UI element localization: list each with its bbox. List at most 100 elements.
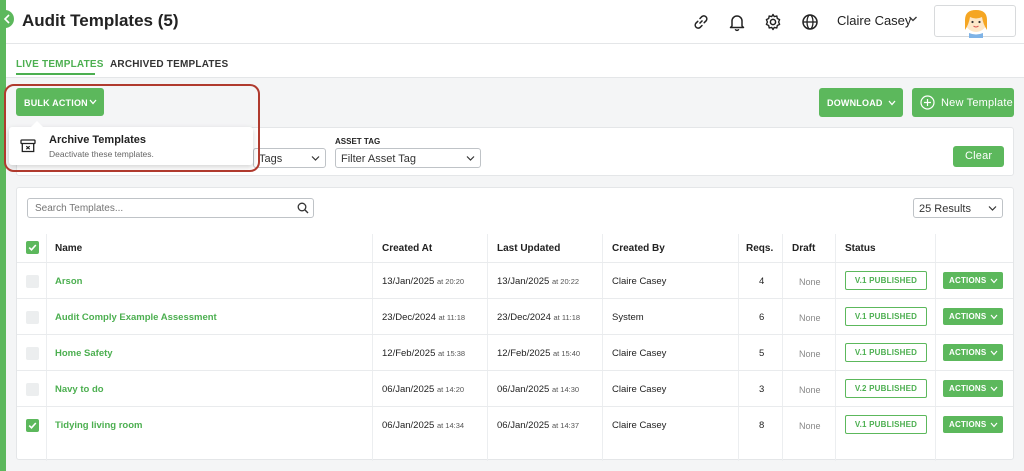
search-input[interactable] <box>27 198 314 218</box>
row-actions-label: ACTIONS <box>949 420 987 429</box>
link-icon[interactable] <box>691 12 711 32</box>
bulk-action-button[interactable]: BULK ACTION <box>16 88 104 116</box>
created-by-cell: Claire Casey <box>612 348 667 359</box>
user-name[interactable]: Claire Casey <box>837 13 911 28</box>
row-checkbox[interactable] <box>26 347 39 360</box>
created-at-date: 06/Jan/2025 <box>382 420 435 431</box>
status-badge[interactable]: V.2 PUBLISHED <box>845 379 927 398</box>
row-actions-button[interactable]: ACTIONS <box>943 380 1003 397</box>
created-at-date: 23/Dec/2024 <box>382 312 436 323</box>
column-header-name[interactable]: Name <box>55 243 82 254</box>
row-actions-button[interactable]: ACTIONS <box>943 416 1003 433</box>
row-checkbox[interactable] <box>26 383 39 396</box>
top-bar: Audit Templates (5) Claire Casey <box>6 0 1024 44</box>
created-by-cell: Claire Casey <box>612 384 667 395</box>
gear-icon[interactable] <box>763 12 783 32</box>
created-by-cell: Claire Casey <box>612 276 667 287</box>
row-actions-button[interactable]: ACTIONS <box>943 308 1003 325</box>
clear-filters-button[interactable]: Clear <box>953 146 1004 167</box>
new-template-label: New Template <box>941 97 1013 109</box>
tab-archived-templates[interactable]: ARCHIVED TEMPLATES <box>110 59 228 70</box>
chevron-down-icon <box>990 386 998 392</box>
avatar[interactable] <box>934 5 1016 38</box>
template-name-link[interactable]: Tidying living room <box>55 420 142 431</box>
tab-live-templates[interactable]: LIVE TEMPLATES <box>16 59 104 70</box>
tags-filter-value: Tags <box>259 153 283 165</box>
plus-circle-icon <box>920 95 935 110</box>
created-at-date: 06/Jan/2025 <box>382 384 435 395</box>
search-icon[interactable] <box>297 202 309 214</box>
status-badge[interactable]: V.1 PUBLISHED <box>845 415 927 434</box>
results-per-page-value: 25 Results <box>919 203 971 215</box>
column-header-draft[interactable]: Draft <box>792 243 815 254</box>
template-name-link[interactable]: Navy to do <box>55 384 104 395</box>
column-divider <box>835 234 836 461</box>
checkmark-icon <box>28 244 37 251</box>
last-updated-cell: 06/Jan/2025 at 14:37 <box>497 420 579 431</box>
row-actions-button[interactable]: ACTIONS <box>943 272 1003 289</box>
asset-tag-select[interactable]: Filter Asset Tag <box>335 148 481 168</box>
column-divider <box>782 234 783 461</box>
checkmark-icon <box>28 422 37 429</box>
chevron-down-icon <box>990 350 998 356</box>
created-at-cell: 06/Jan/2025 at 14:34 <box>382 420 464 431</box>
reqs-cell: 6 <box>759 312 765 323</box>
last-updated-time: at 11:18 <box>553 313 581 322</box>
archive-box-icon <box>20 139 36 153</box>
chevron-down-icon <box>888 100 896 106</box>
last-updated-date: 06/Jan/2025 <box>497 420 550 431</box>
last-updated-cell: 12/Feb/2025 at 15:40 <box>497 348 580 359</box>
row-actions-label: ACTIONS <box>949 312 987 321</box>
template-name-link[interactable]: Audit Comply Example Assessment <box>55 312 217 323</box>
created-at-date: 13/Jan/2025 <box>382 276 435 287</box>
chevron-down-icon <box>89 99 97 105</box>
last-updated-cell: 23/Dec/2024 at 11:18 <box>497 312 580 323</box>
bulk-action-menu: Archive Templates Deactivate these templ… <box>9 127 253 165</box>
column-header-last-updated[interactable]: Last Updated <box>497 243 560 254</box>
template-name-link[interactable]: Arson <box>55 276 82 287</box>
status-badge[interactable]: V.1 PUBLISHED <box>845 343 927 362</box>
clear-label: Clear <box>965 150 993 162</box>
select-all-checkbox[interactable] <box>26 241 39 254</box>
created-at-time: at 20:20 <box>436 277 465 286</box>
last-updated-time: at 14:37 <box>551 421 580 430</box>
row-divider <box>17 262 1013 263</box>
download-label: DOWNLOAD <box>827 98 883 108</box>
last-updated-time: at 14:30 <box>551 385 580 394</box>
asset-tag-value: Filter Asset Tag <box>341 153 416 165</box>
row-checkbox[interactable] <box>26 275 39 288</box>
column-header-reqs[interactable]: Reqs. <box>746 243 773 254</box>
templates-table-card: 25 Results Name Created At Last Updated … <box>16 187 1014 461</box>
status-badge[interactable]: V.1 PUBLISHED <box>845 307 927 326</box>
last-updated-cell: 06/Jan/2025 at 14:30 <box>497 384 579 395</box>
chevron-down-icon[interactable] <box>908 14 918 24</box>
row-divider <box>17 406 1013 407</box>
tab-bar: LIVE TEMPLATES ARCHIVED TEMPLATES <box>6 44 1024 78</box>
column-divider <box>935 234 936 461</box>
column-header-created-by[interactable]: Created By <box>612 243 665 254</box>
new-template-button[interactable]: New Template <box>912 88 1014 117</box>
column-header-created-at[interactable]: Created At <box>382 243 432 254</box>
menu-item-description: Deactivate these templates. <box>49 149 154 159</box>
results-per-page-select[interactable]: 25 Results <box>913 198 1003 218</box>
column-divider <box>487 234 488 461</box>
row-checkbox[interactable] <box>26 419 39 432</box>
last-updated-cell: 13/Jan/2025 at 20:22 <box>497 276 579 287</box>
row-actions-button[interactable]: ACTIONS <box>943 344 1003 361</box>
last-updated-time: at 15:40 <box>553 349 581 358</box>
column-header-status[interactable]: Status <box>845 243 876 254</box>
last-updated-time: at 20:22 <box>551 277 580 286</box>
draft-cell: None <box>799 421 821 431</box>
active-tab-indicator <box>16 73 95 75</box>
globe-icon[interactable] <box>800 12 820 32</box>
created-at-date: 12/Feb/2025 <box>382 348 436 359</box>
chevron-down-icon <box>990 278 998 284</box>
bell-icon[interactable] <box>727 12 747 32</box>
sidebar-rail <box>0 0 6 471</box>
user-avatar-icon <box>965 10 987 38</box>
tags-filter-select[interactable]: Tags <box>253 148 326 168</box>
download-button[interactable]: DOWNLOAD <box>819 88 903 117</box>
status-badge[interactable]: V.1 PUBLISHED <box>845 271 927 290</box>
row-checkbox[interactable] <box>26 311 39 324</box>
template-name-link[interactable]: Home Safety <box>55 348 113 359</box>
